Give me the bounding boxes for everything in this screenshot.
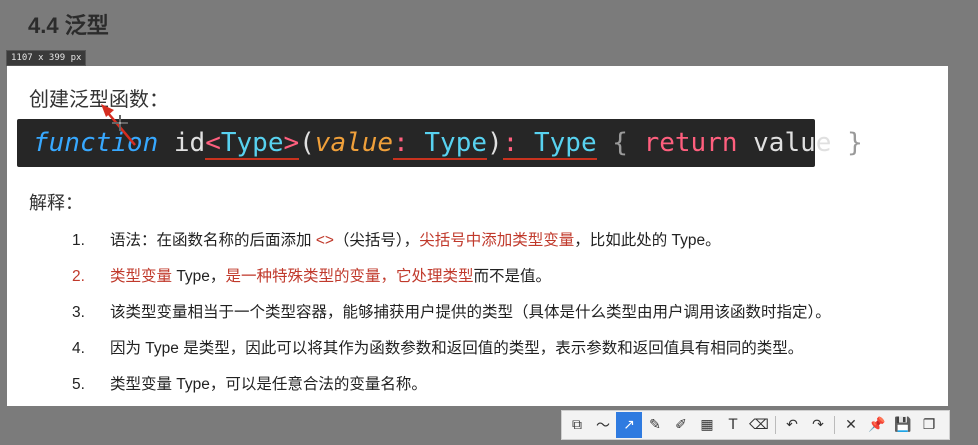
highlighter-tool-icon[interactable]: ✐ bbox=[668, 412, 694, 438]
code-return-type-underline: : Type bbox=[502, 128, 597, 160]
code-param: value bbox=[314, 128, 394, 158]
code-lt: < bbox=[205, 128, 221, 158]
list-item: 2. 类型变量 Type，是一种特殊类型的变量，它处理类型而不是值。 bbox=[72, 266, 831, 302]
text-tool-icon[interactable]: T bbox=[720, 412, 746, 438]
code-fn-name: id bbox=[158, 128, 206, 158]
save-icon[interactable]: 💾 bbox=[890, 412, 916, 438]
explanation-list: 1. 语法：在函数名称的后面添加 <>（尖括号），尖括号中添加类型变量，比如此处的… bbox=[72, 230, 831, 410]
code-lparen: ( bbox=[299, 128, 315, 158]
screenshot-toolbar: ⧉ 〜 ↗ ✎ ✐ ▦ T ⌫ ↶ ↷ ✕ 📌 💾 ❐ bbox=[561, 410, 950, 440]
eraser-tool-icon[interactable]: ⌫ bbox=[746, 412, 772, 438]
list-item: 5. 类型变量 Type，可以是任意合法的变量名称。 bbox=[72, 374, 831, 410]
code-lbrace: { bbox=[596, 128, 628, 158]
list-text: 因为 Type 是类型，因此可以将其作为函数参数和返回值的类型，表示参数和返回值… bbox=[110, 340, 804, 357]
code-type-param: Type bbox=[220, 128, 284, 158]
arrow-tool-icon[interactable]: ↗ bbox=[616, 412, 642, 438]
list-number: 1. bbox=[72, 232, 85, 249]
rectangle-select-tool-icon[interactable]: ⧉ bbox=[564, 412, 590, 438]
pen-tool-icon[interactable]: ✎ bbox=[642, 412, 668, 438]
list-text: 该类型变量相当于一个类型容器，能够捕获用户提供的类型（具体是什么类型由用户调用该… bbox=[110, 304, 831, 321]
capture-region: 创建泛型函数： function id<Type>(value: Type): … bbox=[7, 66, 948, 406]
code-generic-underline: <Type> bbox=[205, 128, 300, 160]
pin-icon[interactable]: 📌 bbox=[864, 412, 890, 438]
code-rparen: ) bbox=[487, 128, 503, 158]
mosaic-tool-icon[interactable]: ▦ bbox=[694, 412, 720, 438]
code-param-type-underline: : Type bbox=[393, 128, 488, 160]
code-return-value: value bbox=[737, 128, 832, 158]
code-return-keyword: return bbox=[627, 128, 738, 158]
list-text: 语法：在函数名称的后面添加 bbox=[110, 232, 316, 249]
page-heading: 4.4 泛型 bbox=[28, 13, 109, 38]
code-return-type: Type bbox=[518, 128, 597, 158]
explain-label: 解释： bbox=[29, 193, 83, 213]
redo-icon[interactable]: ↷ bbox=[805, 412, 831, 438]
list-text-highlight: 是一种特殊类型的变量，它处理类型 bbox=[225, 268, 474, 285]
code-function-keyword: function bbox=[33, 128, 159, 158]
list-item: 3. 该类型变量相当于一个类型容器，能够捕获用户提供的类型（具体是什么类型由用户调… bbox=[72, 302, 831, 338]
list-text-highlight: 类型变量 bbox=[110, 268, 173, 285]
copy-icon[interactable]: ❐ bbox=[916, 412, 942, 438]
close-icon[interactable]: ✕ bbox=[838, 412, 864, 438]
list-number: 2. bbox=[72, 268, 85, 285]
code-block: function id<Type>(value: Type): Type { r… bbox=[17, 119, 863, 167]
slide-title: 创建泛型函数： bbox=[29, 89, 169, 111]
list-text: 而不是值。 bbox=[473, 268, 551, 285]
code-param-type: Type bbox=[408, 128, 488, 158]
toolbar-separator bbox=[775, 416, 776, 434]
list-item: 4. 因为 Type 是类型，因此可以将其作为函数参数和返回值的类型，表示参数和返… bbox=[72, 338, 831, 374]
code-colon-2: : bbox=[502, 128, 519, 158]
toolbar-separator bbox=[834, 416, 835, 434]
undo-icon[interactable]: ↶ bbox=[779, 412, 805, 438]
list-item: 1. 语法：在函数名称的后面添加 <>（尖括号），尖括号中添加类型变量，比如此处的… bbox=[72, 230, 831, 266]
code-rbrace: } bbox=[831, 128, 863, 158]
list-text: 类型变量 Type，可以是任意合法的变量名称。 bbox=[110, 376, 427, 393]
freehand-line-tool-icon[interactable]: 〜 bbox=[590, 412, 616, 438]
selection-dimension-badge: 1107 x 399 px bbox=[6, 50, 87, 66]
list-text: Type， bbox=[172, 268, 226, 285]
list-number: 4. bbox=[72, 340, 85, 357]
code-gt: > bbox=[283, 128, 300, 158]
list-text: （尖括号）， bbox=[333, 232, 420, 249]
list-number: 3. bbox=[72, 304, 85, 321]
list-text: ，比如此处的 Type。 bbox=[574, 232, 721, 249]
code-colon: : bbox=[393, 128, 409, 158]
list-number: 5. bbox=[72, 376, 85, 393]
list-text-highlight: 尖括号中添加类型变量 bbox=[419, 232, 575, 249]
list-text-highlight: <> bbox=[315, 232, 334, 249]
